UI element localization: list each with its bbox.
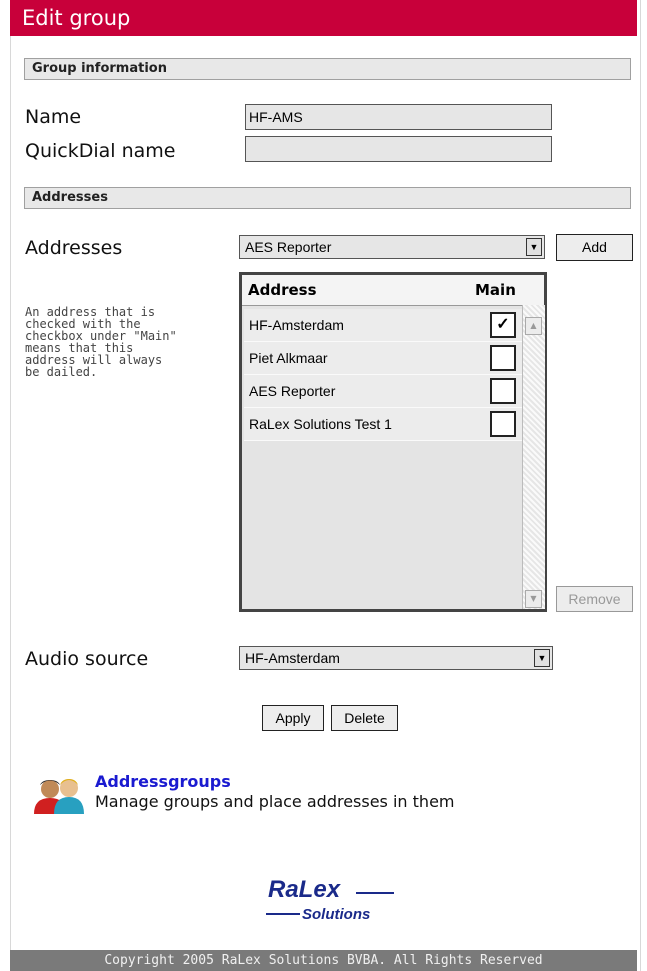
main-checkbox[interactable]: [490, 345, 516, 371]
address-name: RaLex Solutions Test 1: [249, 416, 392, 432]
address-name: AES Reporter: [249, 383, 336, 399]
chevron-down-icon[interactable]: ▼: [534, 649, 550, 667]
address-list: Address Main HF-Amsterdam ✓ Piet Alkmaar…: [239, 272, 547, 612]
group-information-header: Group information: [24, 58, 631, 80]
address-help-text: An address that is checked with the chec…: [25, 305, 177, 379]
scroll-up-icon[interactable]: ▲: [525, 317, 542, 335]
column-main: Main: [475, 281, 516, 299]
logo-text-solutions: Solutions: [302, 906, 371, 923]
logo-text-ralex: RaLex: [268, 876, 341, 903]
address-select-value: AES Reporter: [245, 239, 332, 255]
address-name: Piet Alkmaar: [249, 350, 328, 366]
address-row[interactable]: HF-Amsterdam ✓: [244, 309, 522, 342]
quickdial-name-label: QuickDial name: [25, 140, 176, 162]
address-select[interactable]: AES Reporter ▼: [239, 235, 545, 259]
main-checkbox[interactable]: ✓: [490, 312, 516, 338]
addressgroups-link[interactable]: Addressgroups Manage groups and place ad…: [95, 772, 455, 811]
addressgroups-description: Manage groups and place addresses in the…: [95, 792, 455, 811]
apply-button[interactable]: Apply: [262, 705, 324, 731]
name-label: Name: [25, 106, 82, 128]
add-button[interactable]: Add: [556, 234, 633, 261]
page-title: Edit group: [10, 0, 637, 36]
scroll-down-icon[interactable]: ▼: [525, 590, 542, 608]
address-name: HF-Amsterdam: [249, 317, 344, 333]
remove-button[interactable]: Remove: [556, 586, 633, 612]
quickdial-name-input[interactable]: [245, 136, 552, 162]
main-checkbox[interactable]: [490, 378, 516, 404]
frame-right-border: [640, 0, 647, 971]
name-input[interactable]: HF-AMS: [245, 104, 552, 130]
addresses-header: Addresses: [24, 187, 631, 209]
delete-button[interactable]: Delete: [331, 705, 398, 731]
users-icon[interactable]: [32, 776, 90, 816]
ralex-logo: RaLex Solutions: [262, 876, 402, 926]
audio-source-select[interactable]: HF-Amsterdam ▼: [239, 646, 553, 670]
frame-left-border: [0, 0, 11, 971]
audio-source-label: Audio source: [25, 648, 149, 670]
chevron-down-icon[interactable]: ▼: [526, 238, 542, 256]
address-row[interactable]: Piet Alkmaar: [244, 342, 522, 375]
column-address: Address: [248, 281, 317, 299]
copyright-footer: Copyright 2005 RaLex Solutions BVBA. All…: [10, 950, 637, 971]
addressgroups-title[interactable]: Addressgroups: [95, 772, 455, 791]
audio-source-value: HF-Amsterdam: [245, 650, 340, 666]
address-row[interactable]: AES Reporter: [244, 375, 522, 408]
address-list-scrollbar[interactable]: ▲ ▼: [522, 305, 545, 609]
main-checkbox[interactable]: [490, 411, 516, 437]
addresses-label: Addresses: [25, 237, 123, 259]
address-row[interactable]: RaLex Solutions Test 1: [244, 408, 522, 441]
address-list-header: Address Main: [242, 275, 544, 306]
